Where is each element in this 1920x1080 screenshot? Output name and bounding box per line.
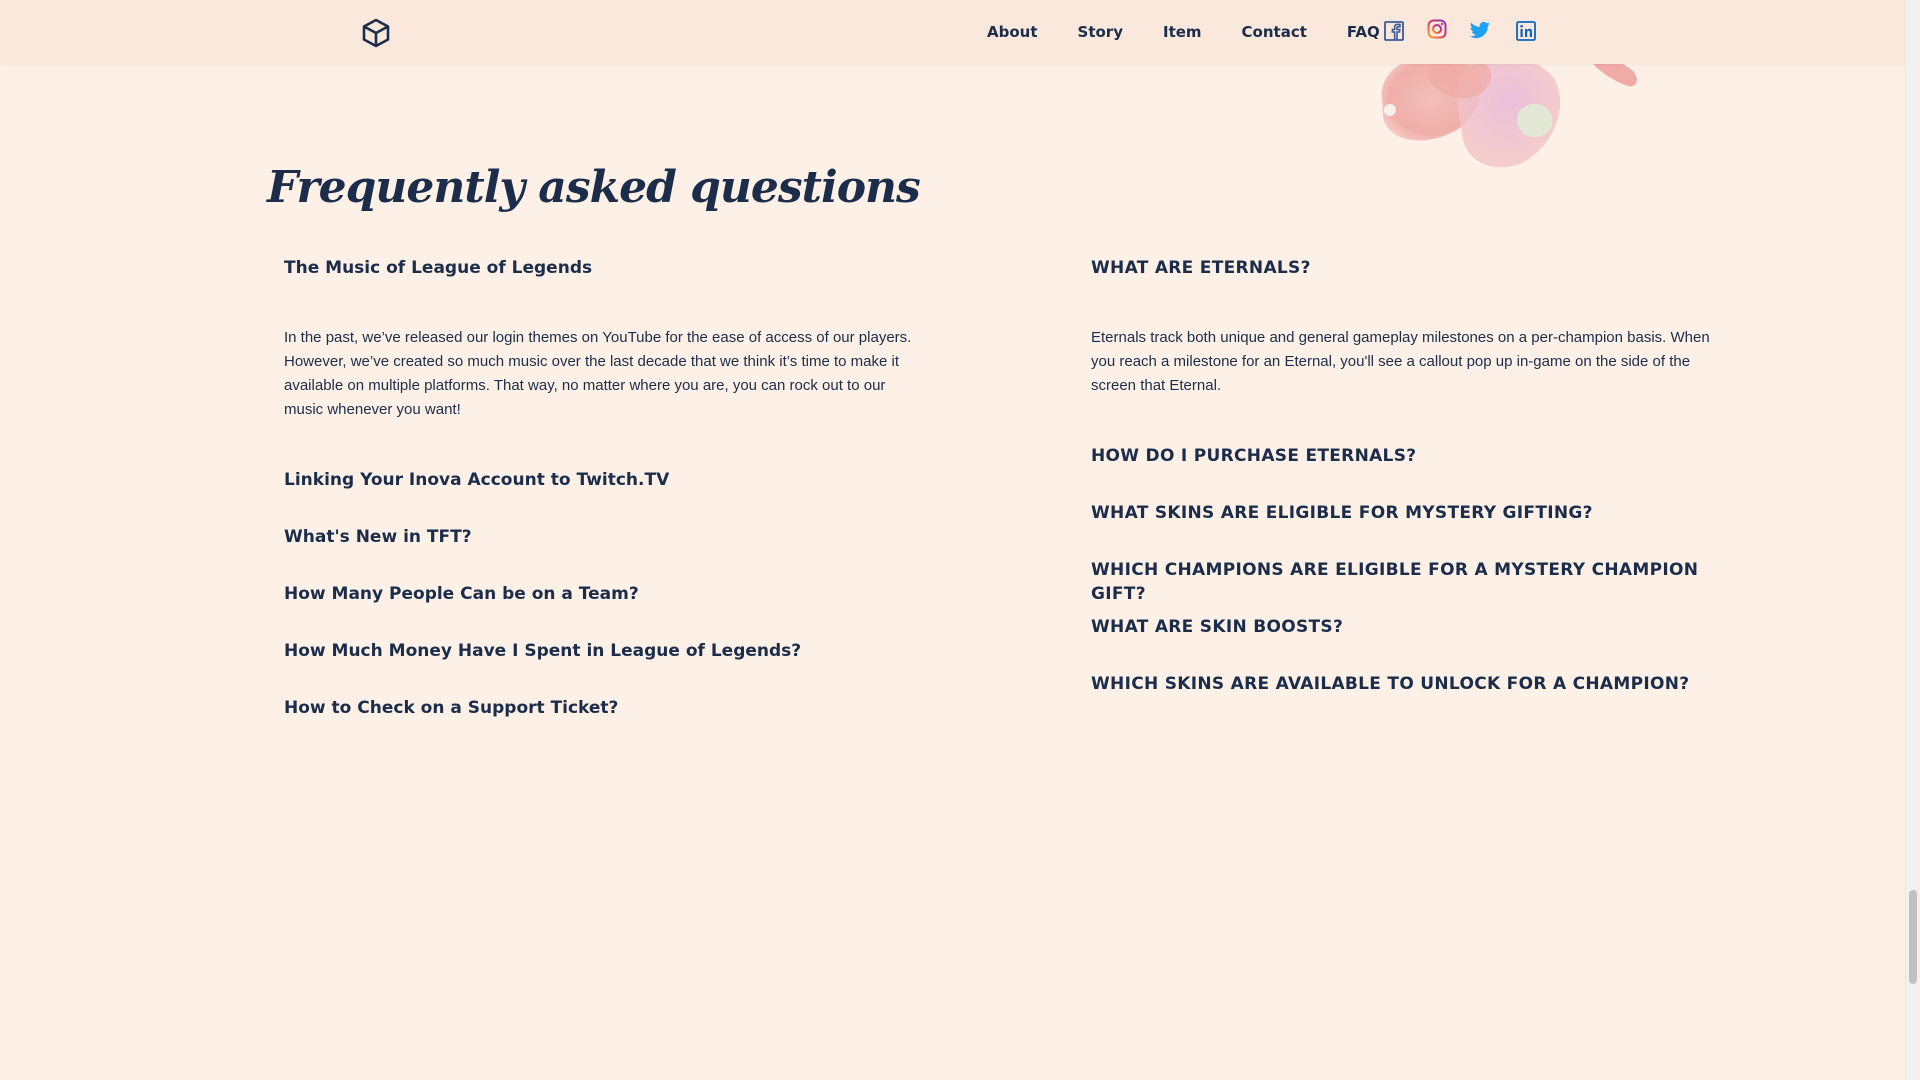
linkedin-icon (1516, 21, 1536, 41)
faq-question-open[interactable]: WHAT ARE ETERNALS? (1091, 256, 1721, 280)
faq-column-left: The Music of League of Legends In the pa… (284, 256, 914, 720)
faq-question[interactable]: WHICH CHAMPIONS ARE ELIGIBLE FOR A MYSTE… (1091, 558, 1721, 604)
nav-item[interactable]: Item (1163, 23, 1202, 41)
faq-question-open[interactable]: The Music of League of Legends (284, 256, 914, 280)
faq-column-right: WHAT ARE ETERNALS? Eternals track both u… (1091, 256, 1721, 696)
faq-answer: Eternals track both unique and general g… (1091, 329, 1710, 394)
main-nav: About Story Item Contact FAQ (987, 0, 1380, 64)
nav-about[interactable]: About (987, 23, 1038, 41)
page: About Story Item Contact FAQ Frequently … (0, 0, 1920, 1080)
faq-question[interactable]: How to Check on a Support Ticket? (284, 696, 914, 720)
linkedin-link[interactable] (1516, 18, 1536, 44)
faq-question[interactable]: WHICH SKINS ARE AVAILABLE TO UNLOCK FOR … (1091, 672, 1721, 696)
faq-question[interactable]: How Many People Can be on a Team? (284, 582, 914, 606)
twitter-link[interactable] (1469, 18, 1491, 44)
top-navbar: About Story Item Contact FAQ (0, 0, 1906, 64)
faq-answer: In the past, we’ve released our login th… (284, 329, 912, 418)
scrollbar-thumb[interactable] (1909, 890, 1917, 984)
faq-question[interactable]: WHAT SKINS ARE ELIGIBLE FOR MYSTERY GIFT… (1091, 501, 1721, 525)
faq-question[interactable]: HOW DO I PURCHASE ETERNALS? (1091, 444, 1721, 468)
twitter-icon (1469, 21, 1491, 39)
facebook-icon (1384, 21, 1404, 41)
faq-title: Frequently asked questions (267, 162, 921, 213)
instagram-link[interactable] (1427, 16, 1447, 42)
nav-story[interactable]: Story (1078, 23, 1123, 41)
faq-question[interactable]: How Much Money Have I Spent in League of… (284, 639, 914, 663)
instagram-icon (1427, 19, 1447, 39)
vertical-scrollbar[interactable] (1905, 0, 1920, 1080)
faq-question[interactable]: Linking Your Inova Account to Twitch.TV (284, 468, 914, 492)
facebook-link[interactable] (1384, 18, 1404, 44)
faq-question[interactable]: What's New in TFT? (284, 525, 914, 549)
nav-contact[interactable]: Contact (1242, 23, 1307, 41)
nav-faq[interactable]: FAQ (1347, 23, 1380, 41)
faq-question[interactable]: WHAT ARE SKIN BOOSTS? (1091, 615, 1721, 639)
cube-logo-icon[interactable] (361, 18, 391, 48)
